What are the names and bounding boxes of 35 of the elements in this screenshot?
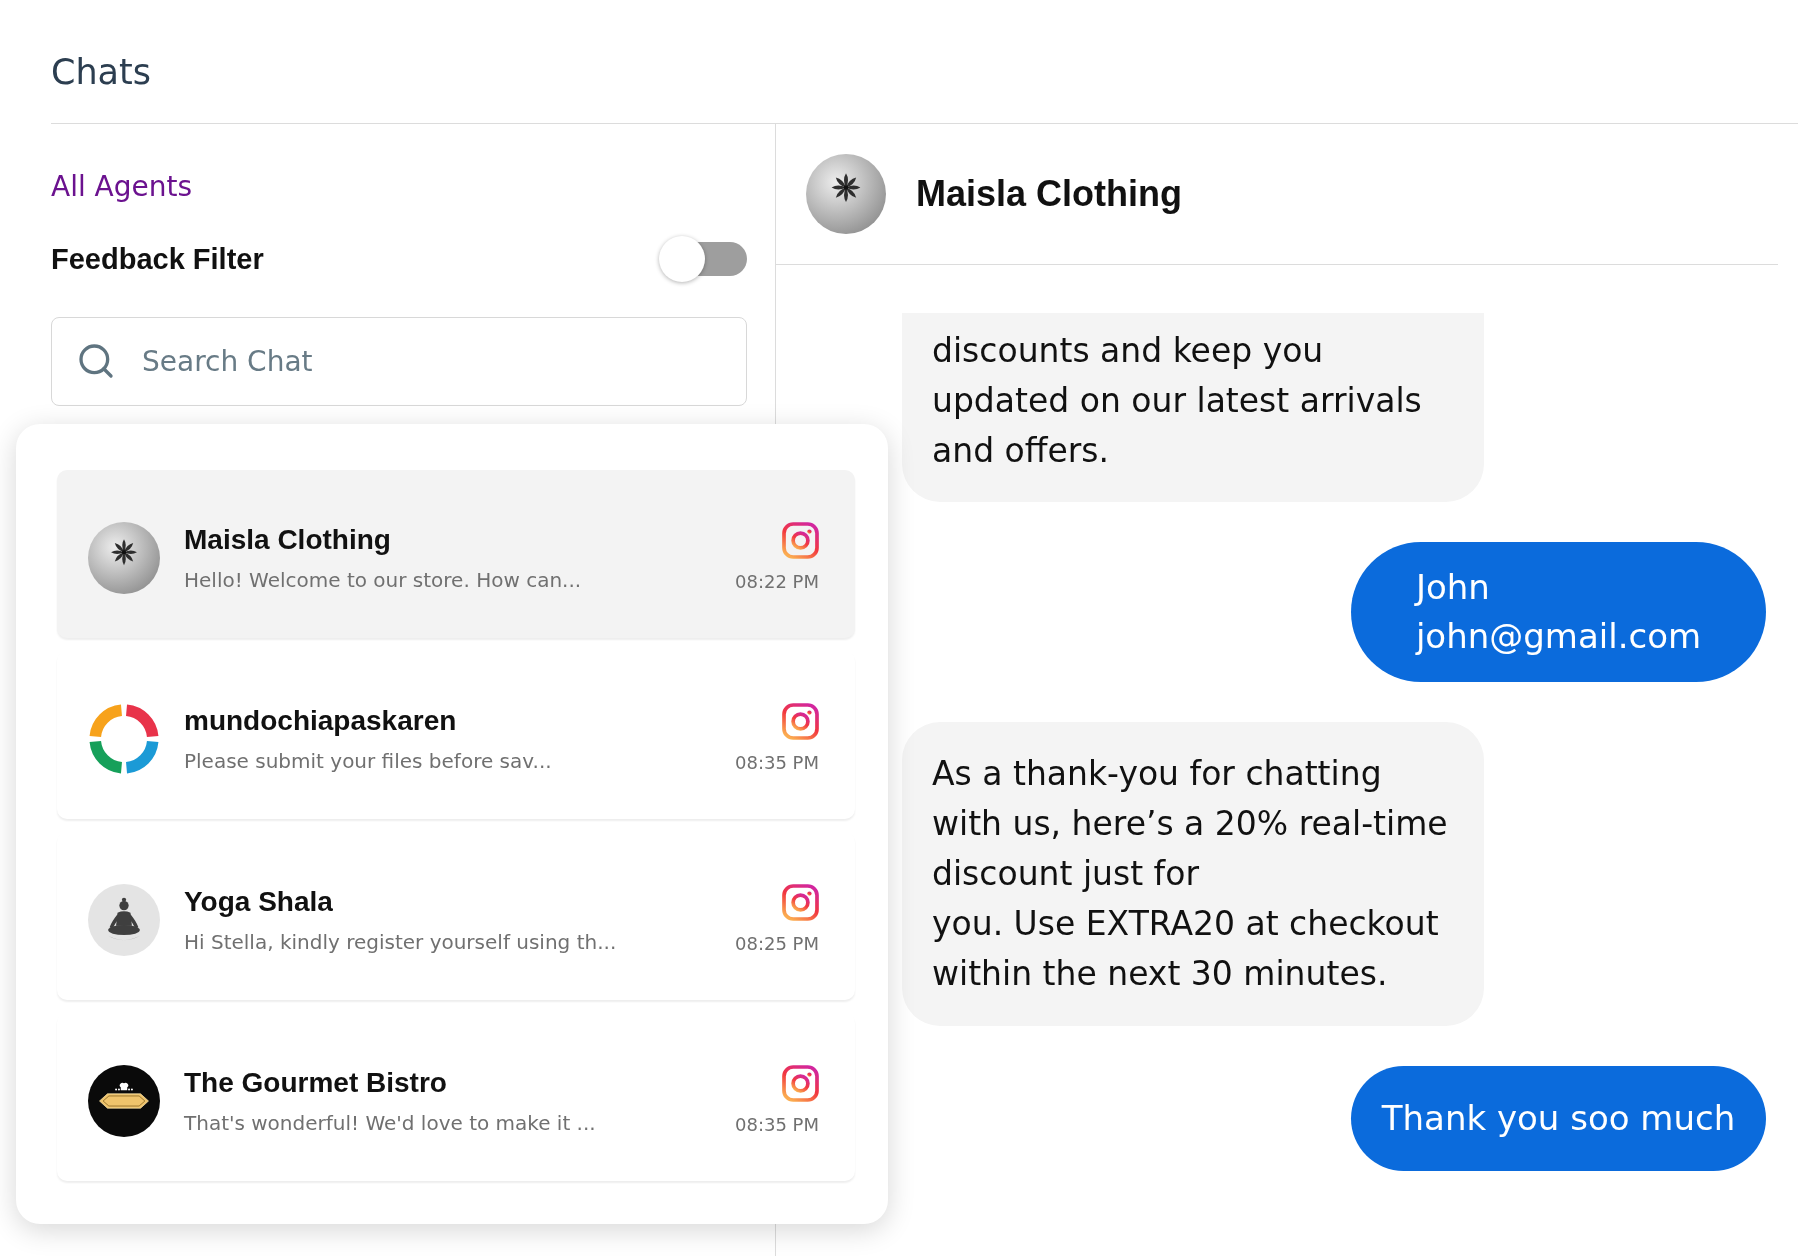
- chat-list-item[interactable]: mundochiapaskaren Please submit your files before sav... 08:35 PM: [57, 651, 855, 819]
- instagram-icon: [782, 1065, 819, 1102]
- message-bubble: As a thank-you for chatting with us, here’s a 20% real-time discount just for you. Use EXTRA20 at checkout within the next 30 minutes.: [902, 722, 1484, 1026]
- message-preview: Hello! Welcome to our store. How can...: [184, 567, 582, 594]
- message-bubble: John john@gmail.com: [1351, 542, 1766, 682]
- contact-name: The Gourmet Bistro: [184, 1066, 447, 1100]
- instagram-icon: [782, 522, 819, 559]
- message-bubble: Thank you soo much: [1351, 1066, 1766, 1171]
- message-preview: Please submit your files before sav...: [184, 748, 552, 775]
- message-time: 08:22 PM: [735, 570, 819, 594]
- message-preview: That's wonderful! We'd love to make it ...: [184, 1110, 596, 1137]
- agent-filter-link[interactable]: All Agents: [51, 167, 193, 207]
- ring-logo-avatar: [88, 703, 160, 775]
- message-preview: Hi Stella, kindly register yourself using th...: [184, 929, 617, 956]
- chat-list-item[interactable]: Yoga Shala Hi Stella, kindly register yourself using th... 08:25 PM: [57, 832, 855, 1000]
- instagram-icon: [782, 703, 819, 740]
- chat-list-item[interactable]: Maisla Clothing Hello! Welcome to our store. How can... 08:22 PM: [57, 470, 855, 638]
- banner-logo-avatar: [88, 1065, 160, 1137]
- message-time: 08:35 PM: [735, 1113, 819, 1137]
- meditation-logo-avatar: [88, 884, 160, 956]
- message-time: 08:25 PM: [735, 932, 819, 956]
- contact-name: mundochiapaskaren: [184, 704, 457, 738]
- toggle-switch[interactable]: [659, 236, 747, 282]
- message-bubble: discounts and keep you updated on our latest arrivals and offers.: [902, 313, 1484, 502]
- instagram-icon: [782, 884, 819, 921]
- search-field[interactable]: Search Chat: [51, 317, 747, 406]
- search-icon: [76, 341, 116, 381]
- contact-name: Maisla Clothing: [184, 523, 391, 557]
- contact-name: Yoga Shala: [184, 885, 333, 919]
- message-time: 08:35 PM: [735, 751, 819, 775]
- filter-label: Feedback Filter: [51, 242, 264, 277]
- chat-list-item[interactable]: The Gourmet Bistro That's wonderful! We'd love to make it ... 08:35 PM: [57, 1013, 855, 1181]
- page-title: Chats: [51, 50, 152, 94]
- contact-name: Maisla Clothing: [916, 172, 1182, 216]
- flower-logo-avatar: [88, 522, 160, 594]
